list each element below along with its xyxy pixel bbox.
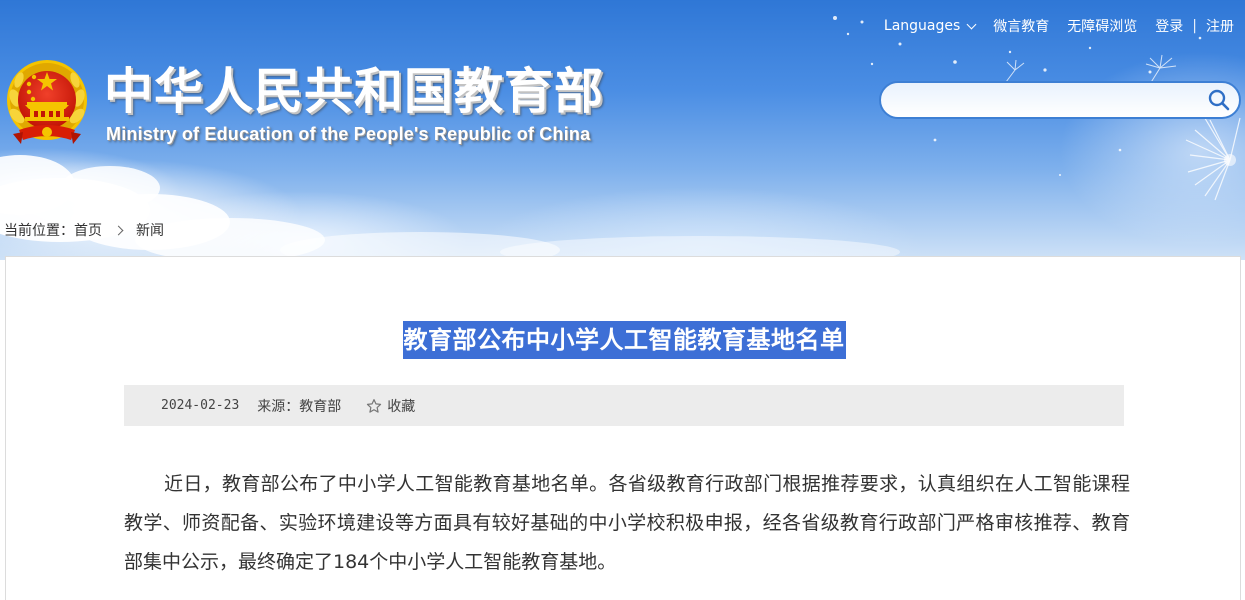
article-date: 2024-02-23 — [161, 398, 240, 413]
article-title: 教育部公布中小学人工智能教育基地名单 — [402, 321, 846, 359]
page: Languages 微言教育 无障碍浏览 登录 | 注册 中华人民共和国教育部 … — [0, 0, 1245, 600]
accessible-browse-link[interactable]: 无障碍浏览 — [1058, 16, 1146, 36]
site-title-cn[interactable]: 中华人民共和国教育部 — [104, 62, 604, 122]
search-box — [879, 81, 1241, 119]
wechat-link[interactable]: 微言教育 — [984, 16, 1058, 36]
languages-link[interactable]: Languages — [875, 18, 984, 34]
chevron-right-icon — [113, 225, 124, 235]
breadcrumb-news-link[interactable]: 新闻 — [136, 220, 164, 240]
national-emblem-icon[interactable] — [5, 58, 89, 148]
search-button[interactable] — [1199, 83, 1239, 117]
login-link[interactable]: 登录 — [1146, 16, 1192, 36]
star-icon — [367, 398, 382, 413]
search-icon — [1208, 89, 1230, 111]
favorite-button[interactable]: 收藏 — [366, 396, 415, 416]
top-links: Languages 微言教育 无障碍浏览 登录 | 注册 — [875, 14, 1243, 38]
chevron-down-icon — [966, 19, 977, 29]
breadcrumb-home-link[interactable]: 首页 — [74, 220, 102, 240]
register-link[interactable]: 注册 — [1197, 16, 1243, 36]
article-meta-bar: 2024-02-23 来源：教育部 收藏 — [124, 385, 1124, 426]
article-source: 来源：教育部 — [257, 398, 342, 415]
top-link-separator: | — [1192, 18, 1197, 34]
site-header: Languages 微言教育 无障碍浏览 登录 | 注册 中华人民共和国教育部 … — [0, 0, 1245, 260]
breadcrumb: 当前位置： 首页 新闻 — [4, 220, 164, 240]
article-body: 近日，教育部公布了中小学人工智能教育基地名单。各省级教育行政部门根据推荐要求，认… — [124, 473, 1130, 573]
languages-label: Languages — [883, 18, 961, 34]
article-container: 教育部公布中小学人工智能教育基地名单 2024-02-23 来源：教育部 收藏 … — [5, 256, 1241, 600]
favorite-label: 收藏 — [387, 398, 416, 415]
article-title-wrap: 教育部公布中小学人工智能教育基地名单 — [6, 321, 1242, 359]
breadcrumb-prefix: 当前位置： — [4, 223, 74, 239]
search-input[interactable] — [881, 83, 1199, 117]
site-title-en[interactable]: Ministry of Education of the People's Re… — [106, 124, 590, 145]
